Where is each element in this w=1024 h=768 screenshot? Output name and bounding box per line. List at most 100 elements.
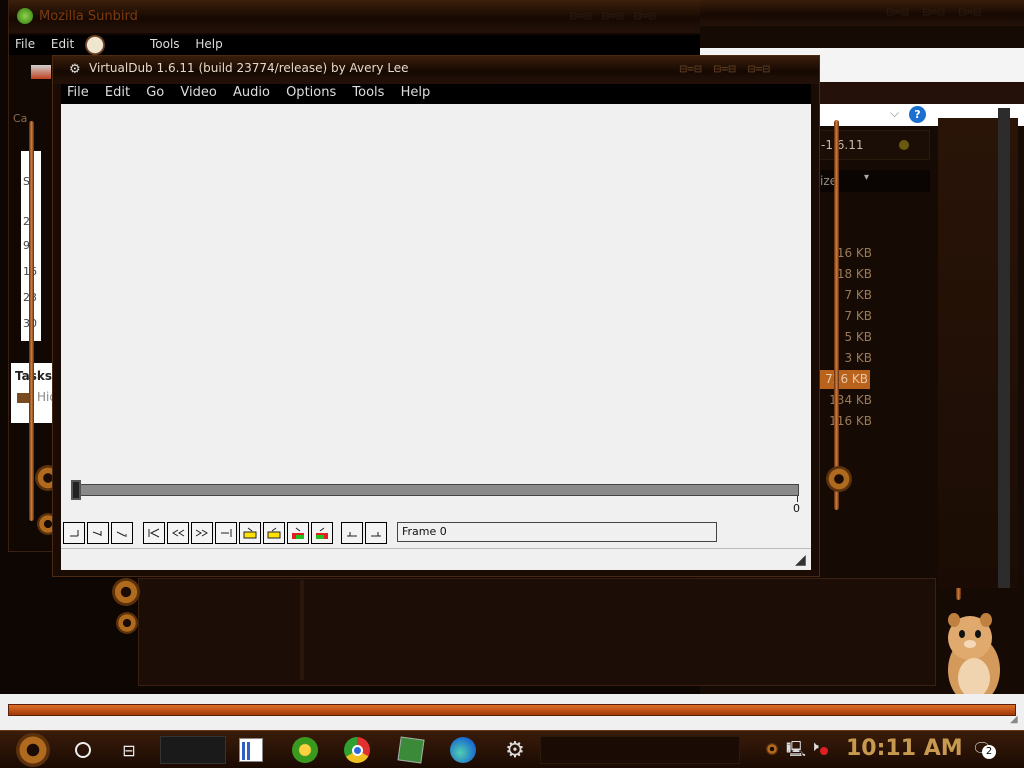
virtualdub-titlebar[interactable]: ⚙ VirtualDub 1.6.11 (build 23774/release… bbox=[53, 56, 819, 84]
maximize-icon[interactable]: ⊟=⊟ bbox=[713, 64, 736, 76]
go-end-button[interactable] bbox=[215, 522, 237, 544]
explorer-titlebar[interactable]: ⊟=⊟ ⊟=⊟ ⊟=⊟ bbox=[700, 0, 1024, 26]
search-button[interactable] bbox=[62, 732, 104, 768]
virtualdub-window: ⚙ VirtualDub 1.6.11 (build 23774/release… bbox=[52, 55, 820, 577]
go-start-button[interactable] bbox=[143, 522, 165, 544]
orange-progress-strip bbox=[8, 704, 1016, 716]
vd-menu-tools[interactable]: Tools bbox=[352, 85, 384, 100]
sunbird-app-icon bbox=[292, 737, 318, 763]
task-view-button[interactable]: ⊟ bbox=[108, 732, 150, 768]
refresh-icon[interactable] bbox=[899, 140, 909, 150]
step-back-button[interactable] bbox=[167, 522, 189, 544]
sunbird-menubar: File Edit Tools Help bbox=[9, 35, 709, 55]
virtualdub-taskbar-icon bbox=[397, 736, 425, 764]
taskbar-app-chrome[interactable] bbox=[336, 732, 378, 768]
gear-icon bbox=[766, 743, 778, 755]
virtualdub-client-area: 0 Frame 0 ◢ bbox=[61, 104, 811, 570]
status-bar bbox=[61, 548, 811, 570]
explorer-frame-pipe bbox=[834, 120, 839, 510]
virtualdub-title: VirtualDub 1.6.11 (build 23774/release) … bbox=[89, 61, 409, 75]
next-scene-button[interactable] bbox=[311, 522, 333, 544]
file-size: 134 KB bbox=[829, 393, 872, 407]
file-size: 5 KB bbox=[844, 330, 872, 344]
virtualdub-app-icon: ⚙ bbox=[69, 62, 81, 77]
close-icon[interactable]: ⊟=⊟ bbox=[747, 64, 770, 76]
timeline-track[interactable] bbox=[73, 484, 799, 496]
vd-menu-video[interactable]: Video bbox=[180, 85, 216, 100]
minimize-icon[interactable]: ⊟=⊟ bbox=[569, 11, 592, 23]
sunbird-menu-tools[interactable]: Tools bbox=[150, 37, 180, 51]
chevron-down-icon[interactable]: ⌵ bbox=[890, 106, 899, 121]
virtualdub-window-controls[interactable]: ⊟=⊟ ⊟=⊟ ⊟=⊟ bbox=[679, 64, 809, 76]
resize-grip-icon[interactable]: ◢ bbox=[1010, 714, 1018, 725]
sunbird-clock-icon bbox=[85, 35, 105, 55]
file-size: 7 KB bbox=[844, 288, 872, 302]
sunbird-task-checkbox[interactable] bbox=[17, 393, 29, 403]
close-icon[interactable]: ⊟=⊟ bbox=[633, 11, 656, 23]
play-output-button[interactable] bbox=[111, 522, 133, 544]
next-keyframe-button[interactable] bbox=[263, 522, 285, 544]
sunbird-tab-label[interactable]: Ca bbox=[13, 112, 27, 125]
muted-badge-icon bbox=[820, 747, 828, 755]
sunbird-window-controls[interactable]: ⊟=⊟ ⊟=⊟ ⊟=⊟ bbox=[569, 11, 699, 23]
sunbird-menu-help[interactable]: Help bbox=[195, 37, 222, 51]
gear-icon bbox=[16, 733, 50, 767]
sunbird-frame-pipe-left bbox=[29, 121, 34, 521]
taskbar-app-document[interactable] bbox=[230, 732, 272, 768]
frame-indicator: Frame 0 bbox=[397, 522, 717, 542]
taskbar-app-settings[interactable]: ⚙ bbox=[494, 732, 536, 768]
explorer-path-text: -1.6.11 bbox=[821, 138, 864, 152]
taskbar-slot[interactable] bbox=[160, 736, 226, 764]
volume-muted-icon[interactable]: 🕨 bbox=[810, 739, 819, 755]
vd-menu-file[interactable]: File bbox=[67, 85, 89, 100]
sunbird-app-icon bbox=[17, 8, 33, 24]
file-size: 116 KB bbox=[829, 414, 872, 428]
sunbird-menu-edit[interactable]: Edit bbox=[51, 37, 74, 51]
virtualdub-menubar: File Edit Go Video Audio Options Tools H… bbox=[61, 84, 811, 104]
taskbar-app-vdub[interactable] bbox=[390, 732, 432, 768]
start-button[interactable] bbox=[10, 732, 56, 768]
sunbird-title: Mozilla Sunbird bbox=[39, 9, 138, 24]
file-size: 16 KB bbox=[836, 246, 872, 260]
vd-menu-audio[interactable]: Audio bbox=[233, 85, 270, 100]
explorer-window-controls[interactable]: ⊟=⊟ ⊟=⊟ ⊟=⊟ bbox=[886, 7, 1016, 19]
minimize-icon[interactable]: ⊟=⊟ bbox=[886, 7, 909, 19]
file-size: 18 KB bbox=[836, 267, 872, 281]
document-app-icon bbox=[239, 738, 263, 762]
close-icon[interactable]: ⊟=⊟ bbox=[958, 7, 981, 19]
prev-keyframe-button[interactable] bbox=[239, 522, 261, 544]
mark-in-button[interactable] bbox=[341, 522, 363, 544]
file-size: 7 KB bbox=[844, 309, 872, 323]
vd-menu-help[interactable]: Help bbox=[401, 85, 431, 100]
chevron-down-icon[interactable]: ▾ bbox=[864, 172, 869, 183]
vd-menu-options[interactable]: Options bbox=[286, 85, 336, 100]
maximize-icon[interactable]: ⊟=⊟ bbox=[601, 11, 624, 23]
settings-gear-icon: ⚙ bbox=[505, 737, 525, 763]
resize-grip-icon[interactable]: ◢ bbox=[795, 552, 806, 568]
taskbar: ⊟ ⚙ 🖳 🕨 10:11 AM 🗨 2 bbox=[0, 730, 1024, 768]
edge-icon bbox=[450, 737, 476, 763]
taskbar-clock[interactable]: 10:11 AM bbox=[846, 736, 963, 761]
help-icon[interactable]: ? bbox=[909, 106, 926, 123]
gear-icon bbox=[116, 612, 138, 634]
vd-menu-go[interactable]: Go bbox=[146, 85, 164, 100]
stop-button[interactable] bbox=[63, 522, 85, 544]
taskbar-app-sunbird[interactable] bbox=[284, 732, 326, 768]
prev-scene-button[interactable] bbox=[287, 522, 309, 544]
step-forward-button[interactable] bbox=[191, 522, 213, 544]
sunbird-menu-file[interactable]: File bbox=[15, 37, 35, 51]
background-divider bbox=[300, 580, 304, 680]
maximize-icon[interactable]: ⊟=⊟ bbox=[922, 7, 945, 19]
play-input-button[interactable] bbox=[87, 522, 109, 544]
network-icon[interactable]: 🖳 bbox=[786, 739, 806, 764]
timeline-thumb[interactable] bbox=[71, 480, 81, 500]
minimize-icon[interactable]: ⊟=⊟ bbox=[679, 64, 702, 76]
explorer-scrollbar[interactable] bbox=[998, 108, 1010, 588]
vd-menu-edit[interactable]: Edit bbox=[105, 85, 130, 100]
notification-center-button[interactable]: 🗨 2 bbox=[972, 739, 996, 759]
mark-out-button[interactable] bbox=[365, 522, 387, 544]
sunbird-titlebar[interactable]: Mozilla Sunbird ⊟=⊟ ⊟=⊟ ⊟=⊟ bbox=[9, 1, 709, 33]
taskbar-app-edge[interactable] bbox=[442, 732, 484, 768]
taskbar-slot[interactable] bbox=[540, 736, 740, 764]
hamster-mascot bbox=[940, 608, 1006, 706]
